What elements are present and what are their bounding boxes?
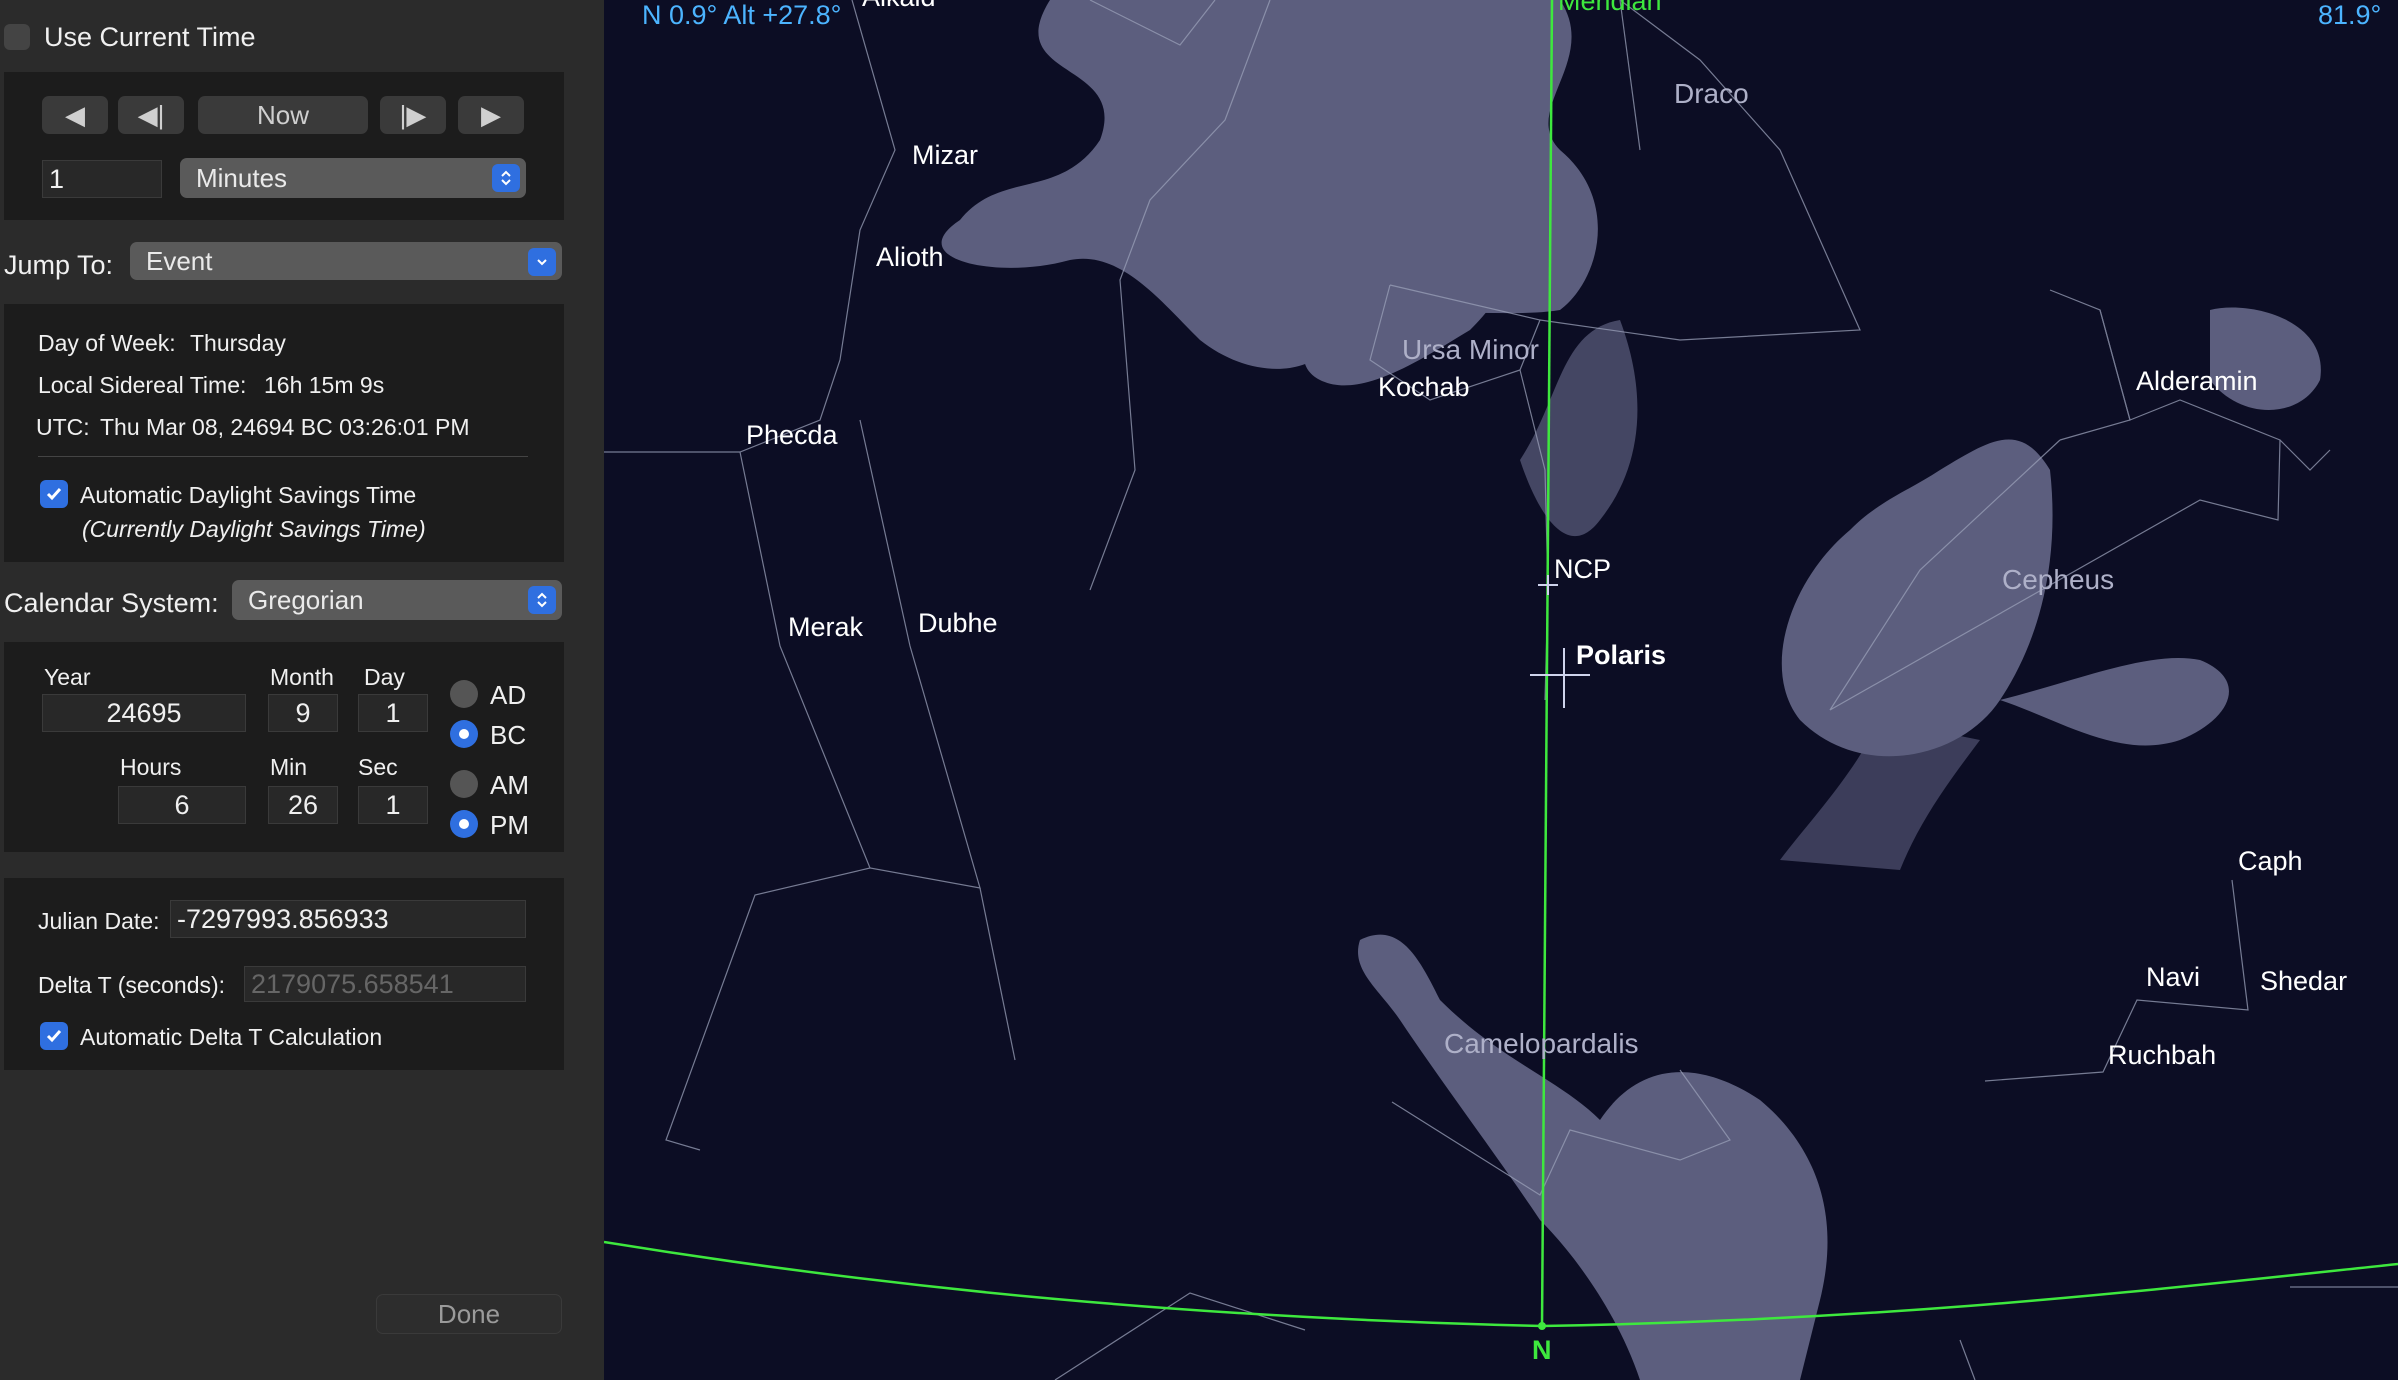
- phecda-star-label[interactable]: Phecda: [746, 420, 838, 451]
- use-current-time-label: Use Current Time: [44, 22, 256, 52]
- meridian-label: Meridian: [1558, 0, 1662, 16]
- sidereal-time-label: Local Sidereal Time:: [38, 372, 247, 398]
- forward-fast-button[interactable]: ▶: [458, 96, 524, 134]
- jump-to-value: Event: [146, 245, 213, 276]
- north-label: N: [1532, 1335, 1552, 1365]
- calendar-system-value: Gregorian: [248, 584, 364, 615]
- minutes-input[interactable]: 26: [268, 786, 338, 824]
- julian-date-label: Julian Date:: [38, 908, 160, 934]
- calendar-system-select[interactable]: Gregorian: [232, 580, 562, 620]
- bc-label: BC: [490, 720, 527, 750]
- camelopardalis-constellation-label: Camelopardalis: [1444, 1028, 1639, 1059]
- day-of-week-value: Thursday: [190, 330, 286, 356]
- use-current-time-checkbox[interactable]: [4, 24, 30, 50]
- alioth-star-label[interactable]: Alioth: [876, 242, 944, 273]
- alderamin-star-label[interactable]: Alderamin: [2136, 366, 2258, 397]
- utc-value: Thu Mar 08, 24694 BC 03:26:01 PM: [100, 414, 470, 440]
- day-label: Day: [364, 664, 405, 690]
- am-label: AM: [490, 770, 529, 800]
- sec-label: Sec: [358, 754, 398, 780]
- auto-delta-t-label: Automatic Delta T Calculation: [80, 1024, 383, 1050]
- step-unit-value: Minutes: [196, 162, 288, 193]
- now-button[interactable]: Now: [198, 96, 368, 134]
- min-label: Min: [270, 754, 308, 780]
- polaris-star-label[interactable]: Polaris: [1576, 640, 1666, 671]
- hud-azimuth-altitude: N 0.9° Alt +27.8°: [642, 0, 842, 30]
- julian-date-input[interactable]: -7297993.856933: [170, 900, 526, 938]
- day-of-week-label: Day of Week:: [38, 330, 176, 356]
- delta-t-input: 2179075.658541: [244, 966, 526, 1002]
- bc-radio[interactable]: [450, 720, 478, 748]
- pm-radio[interactable]: [450, 810, 478, 838]
- auto-delta-t-checkbox[interactable]: [40, 1022, 68, 1050]
- ncp-label[interactable]: NCP: [1554, 554, 1611, 585]
- alkaid-star-label: Alkaid: [862, 0, 936, 13]
- dst-label: Automatic Daylight Savings Time: [80, 482, 417, 508]
- caph-star-label[interactable]: Caph: [2238, 846, 2303, 877]
- dst-note: (Currently Daylight Savings Time): [82, 516, 426, 542]
- chevron-down-icon: [528, 248, 556, 276]
- ruchbah-star-label[interactable]: Ruchbah: [2108, 1040, 2216, 1071]
- ad-label: AD: [490, 680, 527, 710]
- sidereal-time-value: 16h 15m 9s: [264, 372, 385, 398]
- hud-field-of-view: 81.9°: [2318, 0, 2382, 30]
- back-step-button[interactable]: ◀|: [118, 96, 184, 134]
- seconds-input[interactable]: 1: [358, 786, 428, 824]
- dubhe-star-label[interactable]: Dubhe: [918, 608, 998, 639]
- mizar-star-label[interactable]: Mizar: [912, 140, 978, 171]
- jump-to-select[interactable]: Event: [130, 242, 562, 280]
- divider: [38, 456, 528, 457]
- jump-to-label: Jump To:: [4, 250, 114, 280]
- shedar-star-label[interactable]: Shedar: [2260, 966, 2347, 997]
- back-fast-button[interactable]: ◀: [42, 96, 108, 134]
- pm-label: PM: [490, 810, 529, 840]
- cepheus-constellation-label: Cepheus: [2002, 564, 2115, 595]
- ad-radio[interactable]: [450, 680, 478, 708]
- am-radio[interactable]: [450, 770, 478, 798]
- time-panel: Use Current Time ◀ ◀| Now |▶ ▶ 1 Minutes…: [0, 0, 604, 1380]
- year-label: Year: [44, 664, 91, 690]
- step-unit-select[interactable]: Minutes: [180, 158, 526, 198]
- dst-checkbox[interactable]: [40, 480, 68, 508]
- year-input[interactable]: 24695: [42, 694, 246, 732]
- hours-label: Hours: [120, 754, 182, 780]
- ursa-minor-constellation-label: Ursa Minor: [1402, 334, 1539, 365]
- month-input[interactable]: 9: [268, 694, 338, 732]
- delta-t-label: Delta T (seconds):: [38, 972, 226, 998]
- step-amount-input[interactable]: 1: [42, 160, 162, 198]
- navi-star-label[interactable]: Navi: [2146, 962, 2200, 993]
- hours-input[interactable]: 6: [118, 786, 246, 824]
- calendar-system-label: Calendar System:: [4, 588, 219, 618]
- stepper-icon: [492, 164, 520, 192]
- kochab-star-label[interactable]: Kochab: [1378, 372, 1470, 403]
- month-label: Month: [270, 664, 334, 690]
- north-point: [1538, 1322, 1546, 1330]
- forward-step-button[interactable]: |▶: [380, 96, 446, 134]
- stepper-icon: [528, 586, 556, 614]
- draco-constellation-label: Draco: [1674, 78, 1749, 109]
- utc-label: UTC:: [36, 414, 90, 440]
- sky-canvas: [604, 0, 2398, 1380]
- merak-star-label[interactable]: Merak: [788, 612, 863, 643]
- sky-chart[interactable]: N 0.9° Alt +27.8° Alkaid 81.9° Meridian …: [604, 0, 2398, 1380]
- done-button[interactable]: Done: [376, 1294, 562, 1334]
- day-input[interactable]: 1: [358, 694, 428, 732]
